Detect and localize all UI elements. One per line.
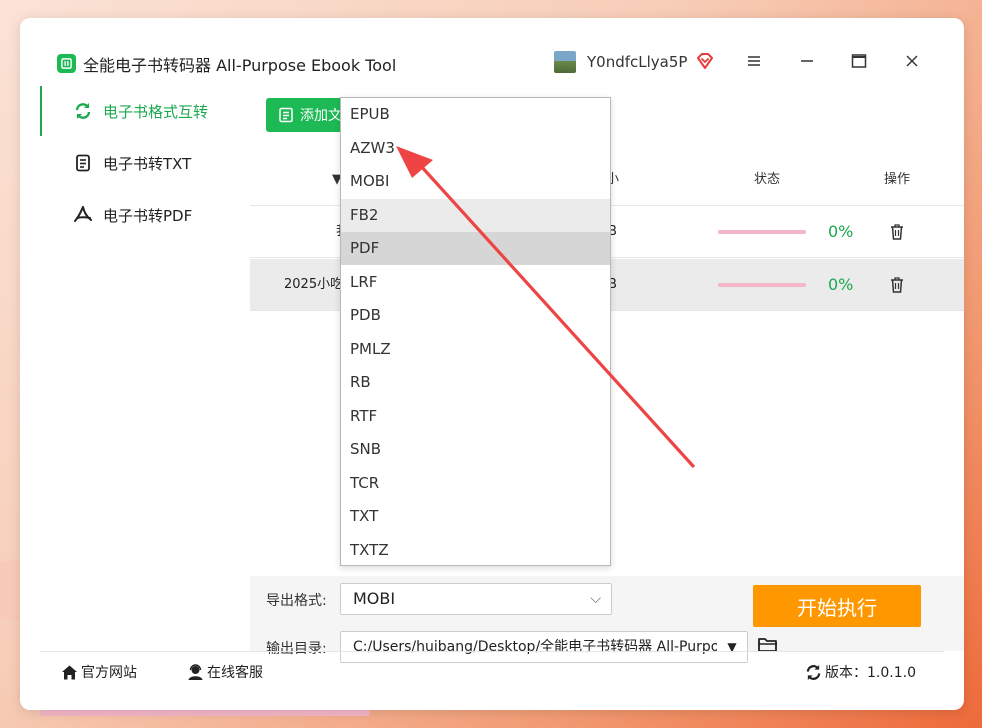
progress-bar [718, 283, 806, 287]
app-title: 全能电子书转码器 All-Purpose Ebook Tool [83, 56, 397, 75]
format-option-snb[interactable]: SNB [341, 433, 610, 466]
close-icon [906, 55, 918, 67]
format-option-fb2[interactable]: FB2 [341, 198, 610, 232]
close-button[interactable] [899, 48, 925, 74]
start-button[interactable]: 开始执行 [753, 585, 921, 627]
sidebar-item-label: 电子书格式互转 [103, 102, 209, 121]
column-header-action: 操作 [884, 172, 911, 187]
sidebar-item-to-txt[interactable]: 电子书转TXT [40, 138, 248, 188]
sidebar-item-label: 电子书转PDF [103, 206, 193, 225]
official-site-link[interactable]: 官方网站 [61, 652, 137, 692]
home-icon [62, 665, 77, 679]
online-service-label: 在线客服 [207, 665, 263, 681]
user-name[interactable]: Y0ndfcLlya5P [587, 53, 687, 71]
format-option-azw3[interactable]: AZW3 [341, 132, 610, 165]
progress-percent: 0% [828, 275, 854, 294]
refresh-icon [74, 102, 92, 120]
official-site-label: 官方网站 [81, 665, 137, 681]
minimize-icon [801, 60, 813, 62]
chevron-down-icon: ⌵ [590, 591, 601, 607]
format-label: 导出格式: [266, 593, 327, 609]
online-service-link[interactable]: 在线客服 [187, 652, 263, 692]
version-label: 版本：1.0.1.0 [825, 665, 916, 681]
format-option-pdf[interactable]: PDF [341, 232, 610, 265]
footer: 官方网站 在线客服 版本：1.0.1.0 [40, 651, 944, 693]
format-select[interactable]: MOBI ⌵ [340, 583, 612, 615]
hamburger-icon [748, 56, 760, 66]
version-info[interactable]: 版本：1.0.1.0 [805, 652, 916, 692]
menu-button[interactable] [741, 48, 767, 74]
sidebar-item-to-pdf[interactable]: 电子书转PDF [40, 190, 248, 240]
format-option-lrf[interactable]: LRF [341, 266, 610, 299]
format-option-rb[interactable]: RB [341, 366, 610, 399]
format-option-txt[interactable]: TXT [341, 500, 610, 533]
delete-icon[interactable] [889, 223, 905, 241]
refresh-icon [806, 664, 821, 680]
maximize-icon [851, 54, 867, 68]
pdf-icon [74, 206, 92, 224]
format-dropdown-list[interactable]: EPUB AZW3 MOBI FB2 PDF LRF PDB PMLZ RB RTF SNB TCR T… [340, 97, 611, 566]
sidebar: 电子书格式互转 电子书转TXT 电子书转PDF [40, 86, 248, 651]
column-header-status: 状态 [754, 172, 781, 187]
background-bar [40, 710, 370, 716]
sidebar-item-format-convert[interactable]: 电子书格式互转 [40, 86, 248, 136]
progress-bar [718, 230, 806, 234]
sidebar-item-label: 电子书转TXT [103, 154, 192, 173]
add-file-icon [279, 107, 293, 123]
format-option-rtf[interactable]: RTF [341, 400, 610, 433]
format-option-tcr[interactable]: TCR [341, 467, 610, 500]
format-option-pdb[interactable]: PDB [341, 299, 610, 332]
progress-percent: 0% [828, 222, 854, 241]
user-avatar[interactable] [554, 51, 576, 73]
minimize-button[interactable] [794, 48, 820, 74]
format-value: MOBI [353, 589, 396, 608]
customer-service-icon [188, 663, 203, 680]
format-option-txtz[interactable]: TXTZ [341, 534, 610, 566]
app-logo-icon [57, 54, 76, 73]
document-icon [74, 154, 92, 172]
vip-diamond-icon[interactable] [695, 51, 715, 71]
delete-icon[interactable] [889, 276, 905, 294]
format-option-pmlz[interactable]: PMLZ [341, 333, 610, 366]
title-bar: 全能电子书转码器 All-Purpose Ebook Tool Y0ndfcLl… [20, 18, 964, 86]
maximize-button[interactable] [846, 48, 872, 74]
format-option-epub[interactable]: EPUB [341, 98, 610, 131]
format-option-mobi[interactable]: MOBI [341, 165, 610, 198]
